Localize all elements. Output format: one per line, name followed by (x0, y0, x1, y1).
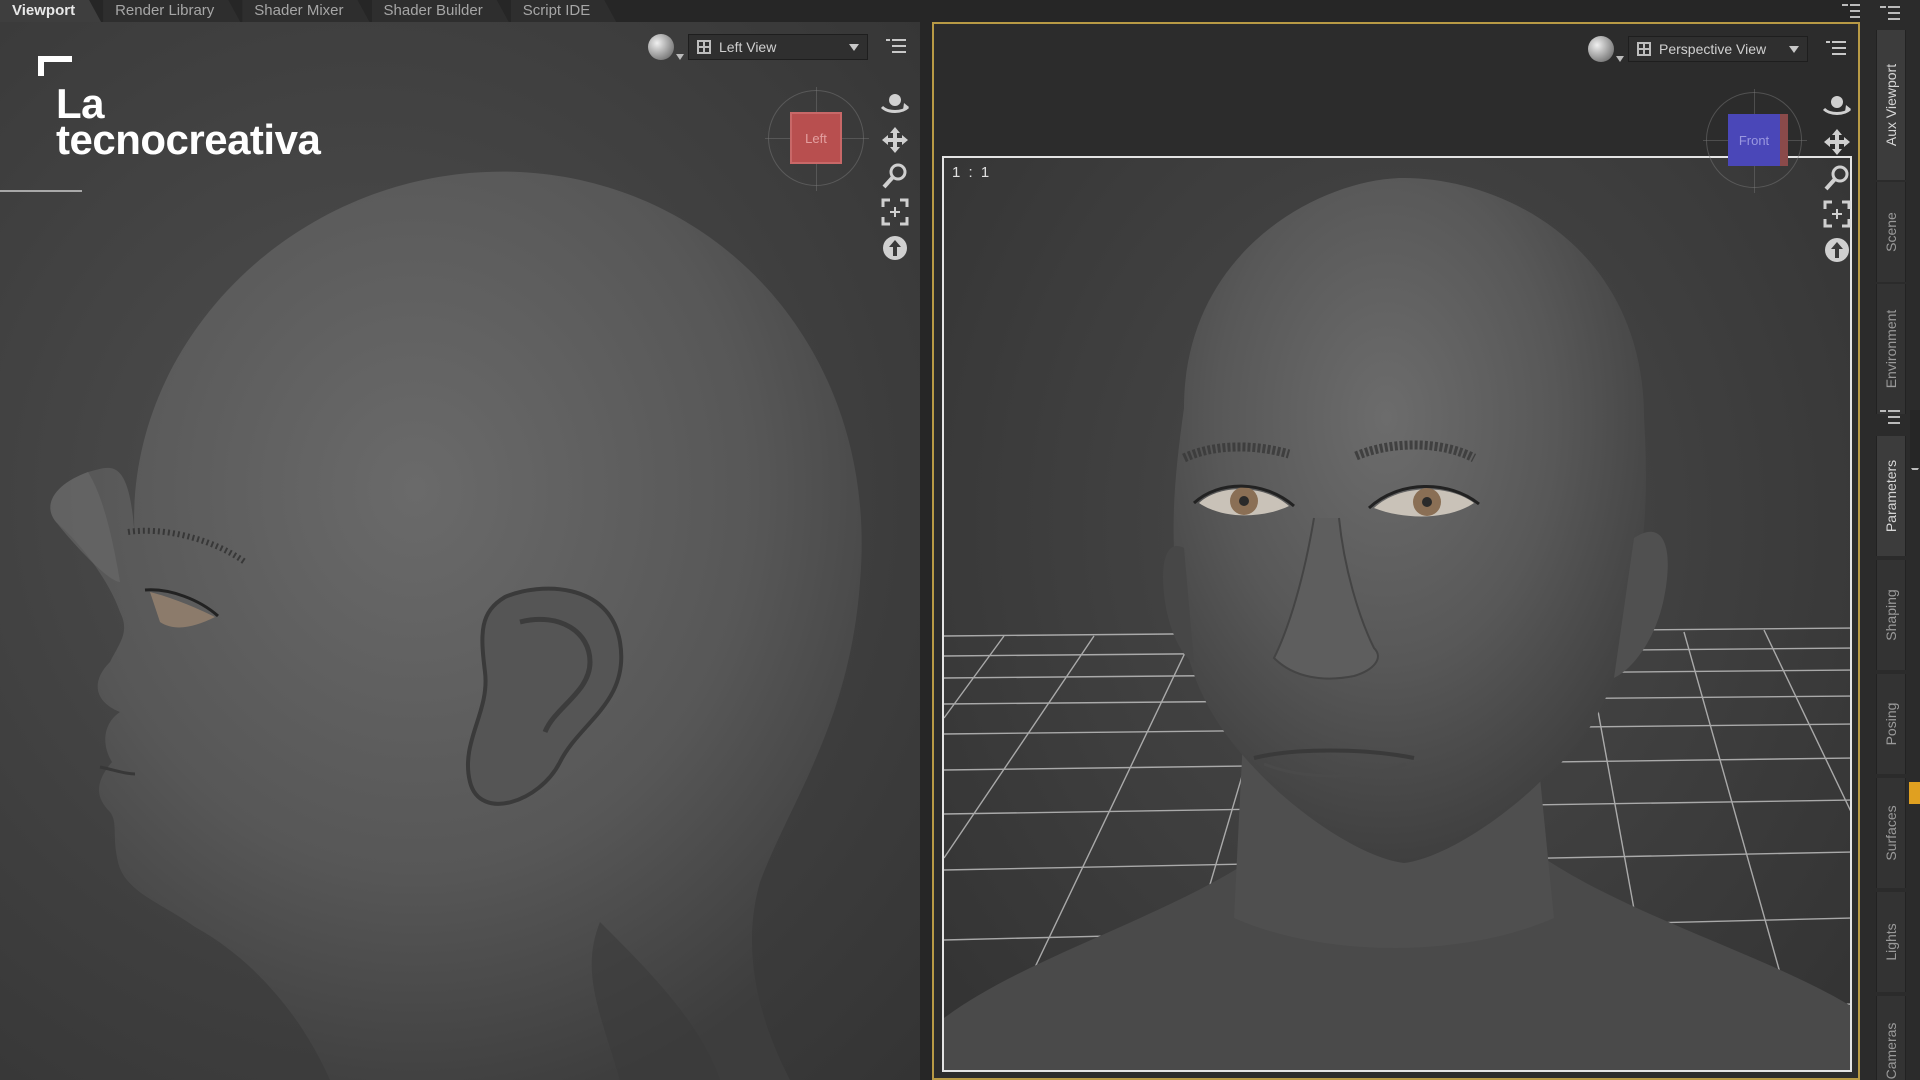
viewport-grid-icon (697, 40, 711, 54)
logo-underline (0, 190, 82, 192)
perspective-view-menu-icon[interactable] (1826, 40, 1846, 58)
cube-face-left[interactable]: Left (790, 112, 842, 164)
side-tab-aux-viewport-label: Aux Viewport (1883, 63, 1899, 147)
side-tab-parameters[interactable]: Parameters (1876, 436, 1906, 556)
document-tab-bar: Viewport Render Library Shader Mixer Sha… (0, 0, 1920, 22)
side-tab-shaping-label: Shaping (1883, 589, 1899, 641)
cube-face-front[interactable]: Front (1728, 114, 1780, 166)
tab-script-ide[interactable]: Script IDE (511, 0, 617, 22)
left-view-select[interactable]: Left View (688, 34, 868, 60)
side-tab-environment[interactable]: Environment (1876, 284, 1906, 414)
pane-scrollbar[interactable] (1910, 410, 1920, 536)
left-nav-controls (880, 90, 914, 262)
zoom-icon[interactable] (880, 162, 910, 190)
side-tab-surfaces[interactable]: Surfaces (1876, 778, 1906, 888)
side-tab-aux-viewport[interactable]: Aux Viewport (1876, 30, 1906, 180)
pan-icon[interactable] (1822, 128, 1852, 156)
left-view-header: Left View (648, 34, 906, 60)
tab-viewport[interactable]: Viewport (0, 0, 101, 22)
view-cube-left[interactable]: Left (765, 87, 869, 191)
reset-view-icon[interactable] (880, 234, 910, 262)
zoom-icon[interactable] (1822, 164, 1852, 192)
tab-shader-builder[interactable]: Shader Builder (372, 0, 509, 22)
render-frame: 1 : 1 (942, 156, 1852, 1072)
perspective-view-select-label: Perspective View (1659, 41, 1767, 57)
draw-style-sphere-icon[interactable] (648, 34, 684, 60)
pan-icon[interactable] (880, 126, 910, 154)
tab-render-library[interactable]: Render Library (103, 0, 240, 22)
side-tab-environment-label: Environment (1883, 309, 1899, 389)
side-tab-cameras[interactable]: Cameras (1876, 996, 1906, 1080)
side-tab-shaping[interactable]: Shaping (1876, 560, 1906, 670)
side-tab-cameras-label: Cameras (1883, 1022, 1899, 1080)
perspective-view-select[interactable]: Perspective View (1628, 36, 1808, 62)
tab-shader-mixer[interactable]: Shader Mixer (242, 0, 369, 22)
frame-icon[interactable] (1822, 200, 1852, 228)
draw-style-sphere-icon[interactable] (1588, 36, 1624, 62)
side-tab-scene-label: Scene (1883, 212, 1899, 252)
viewport-grid-icon (1637, 42, 1651, 56)
orbit-icon[interactable] (880, 90, 910, 118)
frame-icon[interactable] (880, 198, 910, 226)
head-front-model (944, 178, 1850, 1070)
perspective-nav-controls (1822, 92, 1856, 264)
side-tab-lights[interactable]: Lights (1876, 892, 1906, 992)
head-profile-model (50, 171, 862, 1080)
frame-aspect-label: 1 : 1 (952, 164, 992, 181)
side-tab-posing[interactable]: Posing (1876, 674, 1906, 774)
side-tab-lights-label: Lights (1883, 923, 1899, 961)
left-view-menu-icon[interactable] (886, 38, 906, 56)
side-tab-posing-label: Posing (1883, 702, 1899, 746)
side-tab-parameters-label: Parameters (1883, 459, 1899, 533)
perspective-view-header: Perspective View (1588, 36, 1846, 62)
viewport-splitter[interactable] (920, 22, 932, 1080)
bottom-pane-menu-icon[interactable] (1880, 408, 1900, 426)
left-view-select-label: Left View (719, 39, 777, 55)
left-viewport[interactable]: La tecnocreativa Left Left View (0, 22, 920, 1080)
panel-highlight-marker (1909, 782, 1920, 804)
orbit-icon[interactable] (1822, 92, 1852, 120)
brand-name: La tecnocreativa (56, 83, 321, 163)
side-tab-surfaces-label: Surfaces (1883, 805, 1899, 861)
chevron-down-icon (849, 43, 859, 51)
logo-corner-mark (38, 56, 72, 76)
perspective-viewport[interactable]: 1 : 1 Front Perspective View (932, 22, 1860, 1080)
reset-view-icon[interactable] (1822, 236, 1852, 264)
chevron-down-icon (1789, 45, 1799, 53)
side-tab-scene[interactable]: Scene (1876, 182, 1906, 282)
view-cube-perspective[interactable]: Front (1703, 89, 1807, 193)
top-pane-menu-icon[interactable] (1880, 4, 1900, 22)
brand-line-2: tecnocreativa (56, 116, 321, 163)
tab-bar-menu-icon[interactable] (1842, 2, 1862, 20)
